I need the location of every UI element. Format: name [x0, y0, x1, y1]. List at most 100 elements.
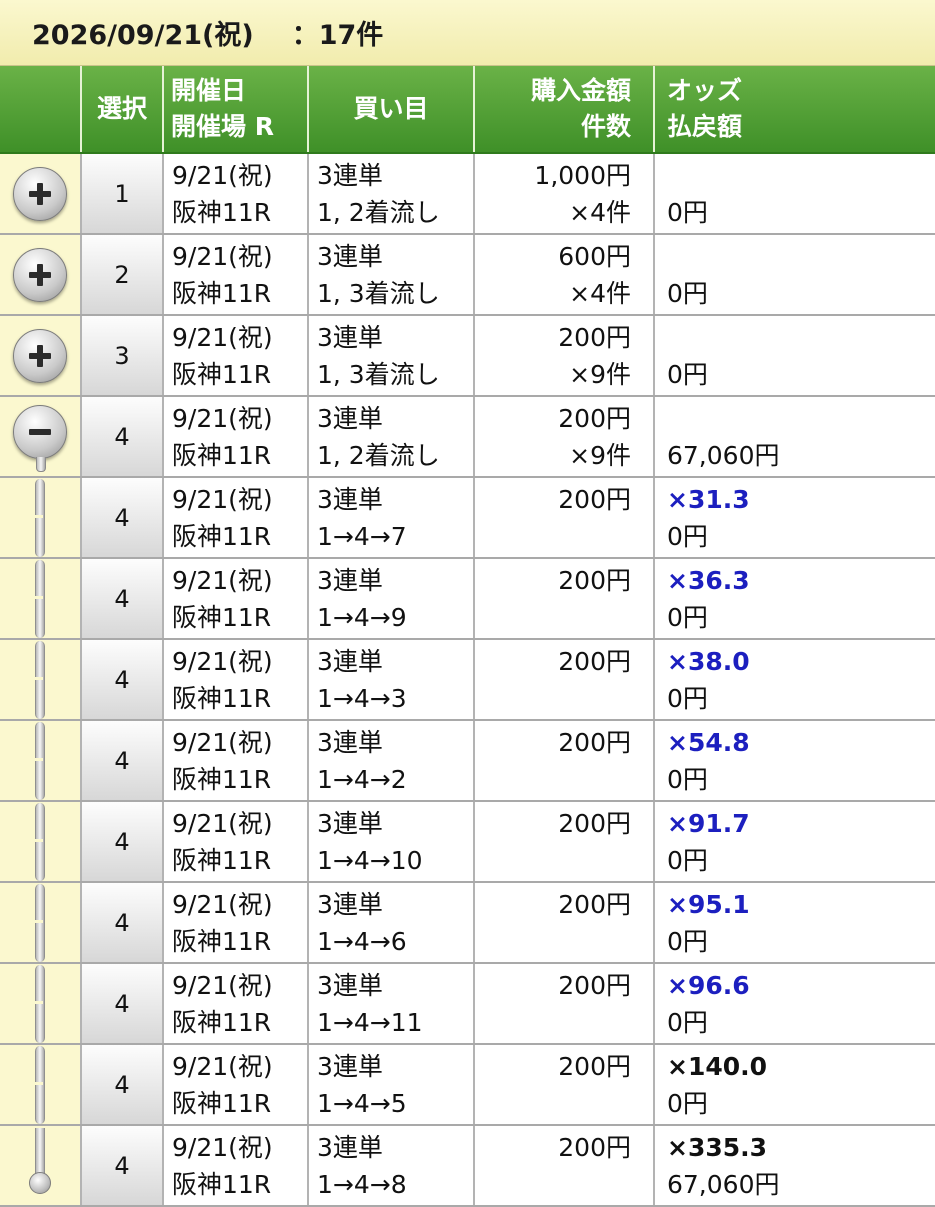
row-select-button[interactable]: 3 [82, 316, 164, 395]
row-date: 9/21(祝) [172, 404, 273, 433]
row-amount-value: 200円 [558, 809, 631, 838]
table-row: 2 9/21(祝) 阪神11R 3連単 1, 3着流し 600円 ×4件 0円 [0, 235, 935, 316]
row-odds: ×31.3 [667, 485, 750, 514]
row-payout: 0円 [667, 1089, 708, 1118]
row-venue: 阪神11R [172, 846, 272, 875]
row-expand-cell [0, 316, 82, 395]
row-count-value: ×4件 [569, 279, 631, 308]
table-row: 4 9/21(祝) 阪神11R 3連単 1→4→3 200円 ×38.0 0円 [0, 640, 935, 721]
row-payout: 0円 [667, 603, 708, 632]
row-date-venue: 9/21(祝) 阪神11R [164, 802, 309, 881]
row-amount-value: 200円 [558, 1133, 631, 1162]
row-select-button[interactable]: 4 [82, 640, 164, 719]
row-bet: 3連単 1, 2着流し [309, 397, 475, 476]
row-amount-value: 600円 [558, 242, 631, 271]
row-date-venue: 9/21(祝) 阪神11R [164, 235, 309, 314]
row-expand-cell [0, 721, 82, 800]
row-bet-type: 3連単 [317, 647, 383, 676]
row-amount: 200円 [475, 478, 655, 557]
row-bet-type: 3連単 [317, 161, 383, 190]
expand-plus-icon[interactable] [13, 328, 67, 383]
row-payout: 0円 [667, 765, 708, 794]
row-expand-cell [0, 478, 82, 557]
row-amount: 200円 [475, 721, 655, 800]
row-venue: 阪神11R [172, 522, 272, 551]
header-date-label: 開催日 [171, 76, 247, 105]
row-select-button[interactable]: 4 [82, 802, 164, 881]
row-payout: 67,060円 [667, 441, 780, 470]
header-payout-label: 払戻額 [667, 112, 743, 141]
row-expand-cell [0, 154, 82, 233]
row-select-button[interactable]: 4 [82, 964, 164, 1043]
row-number: 4 [114, 746, 130, 775]
row-date: 9/21(祝) [172, 890, 273, 919]
row-payout: 0円 [667, 1008, 708, 1037]
expand-plus-icon[interactable] [13, 166, 67, 221]
row-amount: 200円 [475, 1126, 655, 1205]
row-date-venue: 9/21(祝) 阪神11R [164, 154, 309, 233]
row-venue: 阪神11R [172, 684, 272, 713]
row-select-button[interactable]: 4 [82, 559, 164, 638]
row-odds-payout: ×38.0 0円 [655, 640, 935, 719]
row-bet: 3連単 1, 2着流し [309, 154, 475, 233]
row-bet: 3連単 1, 3着流し [309, 235, 475, 314]
row-bet-combo: 1→4→2 [317, 765, 407, 794]
row-select-button[interactable]: 1 [82, 154, 164, 233]
header-odds: オッズ 払戻額 [655, 66, 935, 152]
table-header: 選択 開催日 開催場 R 買い目 購入金額 件数 オッズ 払戻額 [0, 66, 935, 154]
row-number: 4 [114, 989, 130, 1018]
row-bet: 3連単 1→4→10 [309, 802, 475, 881]
row-select-button[interactable]: 4 [82, 883, 164, 962]
row-date: 9/21(祝) [172, 971, 273, 1000]
row-bet-combo: 1→4→11 [317, 1008, 423, 1037]
tree-connector-icon [35, 802, 45, 881]
row-select-button[interactable]: 4 [82, 721, 164, 800]
row-amount-value: 200円 [558, 404, 631, 433]
table-row: 4 9/21(祝) 阪神11R 3連単 1→4→11 200円 ×96.6 0円 [0, 964, 935, 1045]
row-bet-combo: 1→4→9 [317, 603, 407, 632]
row-bet: 3連単 1→4→6 [309, 883, 475, 962]
row-number: 4 [114, 908, 130, 937]
row-bet: 3連単 1→4→2 [309, 721, 475, 800]
row-date: 9/21(祝) [172, 809, 273, 838]
row-select-button[interactable]: 4 [82, 1045, 164, 1124]
row-venue: 阪神11R [172, 1089, 272, 1118]
row-bet-combo: 1, 3着流し [317, 279, 440, 308]
row-venue: 阪神11R [172, 603, 272, 632]
row-odds-payout: ×54.8 0円 [655, 721, 935, 800]
row-odds-payout: ×335.3 67,060円 [655, 1126, 935, 1205]
row-select-button[interactable]: 4 [82, 397, 164, 476]
row-bet-type: 3連単 [317, 728, 383, 757]
row-bet: 3連単 1→4→3 [309, 640, 475, 719]
collapse-minus-icon[interactable] [13, 404, 67, 472]
row-expand-cell [0, 640, 82, 719]
row-odds: ×36.3 [667, 566, 750, 595]
expand-plus-icon[interactable] [13, 247, 67, 302]
row-amount-value: 200円 [558, 890, 631, 919]
row-bet-type: 3連単 [317, 404, 383, 433]
row-payout: 0円 [667, 684, 708, 713]
row-venue: 阪神11R [172, 198, 272, 227]
row-date-venue: 9/21(祝) 阪神11R [164, 1126, 309, 1205]
row-odds-payout: 0円 [655, 316, 935, 395]
row-odds: ×91.7 [667, 809, 750, 838]
table-row: 4 9/21(祝) 阪神11R 3連単 1, 2着流し 200円 ×9件 67,060円 [0, 397, 935, 478]
bet-list: 1 9/21(祝) 阪神11R 3連単 1, 2着流し 1,000円 ×4件 0円 2 9/21(… [0, 154, 935, 1207]
row-venue: 阪神11R [172, 441, 272, 470]
row-amount: 200円 [475, 964, 655, 1043]
row-select-button[interactable]: 4 [82, 478, 164, 557]
row-amount-value: 200円 [558, 971, 631, 1000]
row-bet-combo: 1, 3着流し [317, 360, 440, 389]
row-date: 9/21(祝) [172, 1052, 273, 1081]
tree-connector-icon [35, 640, 45, 719]
row-bet: 3連単 1→4→7 [309, 478, 475, 557]
row-number: 4 [114, 584, 130, 613]
row-date: 9/21(祝) [172, 161, 273, 190]
row-select-button[interactable]: 4 [82, 1126, 164, 1205]
row-payout: 67,060円 [667, 1170, 780, 1199]
row-odds: ×335.3 [667, 1133, 768, 1162]
row-odds [667, 238, 935, 275]
row-select-button[interactable]: 2 [82, 235, 164, 314]
row-bet-type: 3連単 [317, 1133, 383, 1162]
row-amount-value: 200円 [558, 485, 631, 514]
